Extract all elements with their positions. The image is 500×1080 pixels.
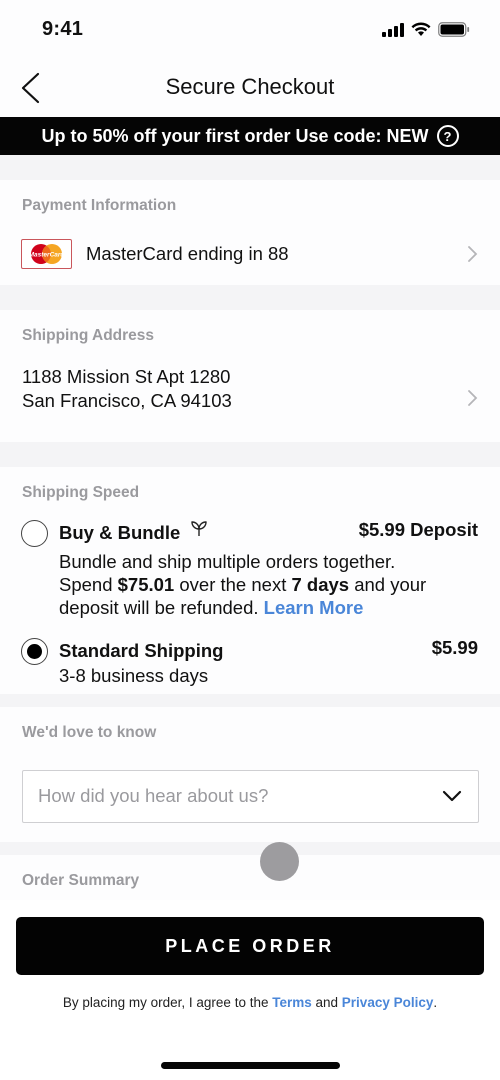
option-title-standard-shipping[interactable]: Standard Shipping: [59, 640, 223, 662]
home-indicator[interactable]: [161, 1062, 340, 1069]
address-line-2: San Francisco, CA 94103: [22, 390, 232, 411]
section-label-shipping-address: Shipping Address: [22, 327, 155, 344]
legal-text-part: By placing my order, I agree to the: [62, 995, 273, 1010]
nav-bar: Secure Checkout: [0, 60, 500, 117]
address-line-1: 1188 Mission St Apt 1280: [22, 366, 231, 387]
help-icon[interactable]: ?: [436, 125, 459, 147]
terms-link[interactable]: Terms: [272, 995, 312, 1010]
bundle-desc-line: Bundle and ship multiple orders together…: [59, 551, 396, 572]
battery-icon: [438, 22, 470, 37]
section-label-shipping-speed: Shipping Speed: [22, 484, 140, 501]
mastercard-logo-icon: MasterCard: [21, 239, 72, 269]
how-did-you-hear-select[interactable]: How did you hear about us?: [22, 770, 479, 823]
status-bar: 9:41: [0, 0, 500, 60]
radio-buy-and-bundle[interactable]: [21, 520, 48, 547]
spend-days: 7 days: [291, 574, 350, 595]
wifi-icon: [411, 22, 431, 36]
chevron-right-icon[interactable]: [466, 245, 478, 263]
spend-text: and your: [349, 574, 427, 595]
promo-text: Up to 50% off your first order Use code:…: [41, 125, 429, 146]
legal-text: By placing my order, I agree to the Term…: [0, 995, 500, 1010]
payment-section[interactable]: Payment Information: [0, 180, 500, 285]
shipping-address-section[interactable]: Shipping Address 1188 Mission St Apt 128…: [0, 310, 500, 442]
payment-card-text[interactable]: MasterCard ending in 88: [86, 242, 289, 266]
privacy-policy-link[interactable]: Privacy Policy: [342, 995, 434, 1010]
status-icons: [382, 22, 470, 37]
select-placeholder: How did you hear about us?: [38, 785, 269, 806]
promo-banner: Up to 50% off your first order Use code:…: [0, 117, 500, 155]
legal-text-part: .: [433, 995, 438, 1010]
section-label-payment: Payment Information: [22, 197, 177, 214]
page-title: Secure Checkout: [165, 74, 335, 99]
option-desc-buy-and-bundle: Bundle and ship multiple orders together…: [59, 550, 426, 619]
spend-amount: $75.01: [117, 574, 175, 595]
place-order-button[interactable]: PLACE ORDER: [16, 917, 484, 975]
option-price-buy-and-bundle: $5.99 Deposit: [358, 519, 478, 540]
option-desc-standard-shipping: 3-8 business days: [59, 665, 209, 686]
chevron-down-icon: [442, 790, 462, 802]
shipping-speed-section: Shipping Speed Buy & Bundle $5.99 Deposi…: [0, 467, 500, 694]
signal-icon: [382, 22, 404, 37]
section-label-order-summary: Order Summary: [22, 872, 140, 889]
spend-text: over the next: [174, 574, 292, 595]
section-label-survey: We'd love to know: [22, 724, 157, 741]
spend-text: Spend: [59, 574, 118, 595]
leaf-icon: [191, 521, 207, 536]
status-time: 9:41: [42, 18, 84, 40]
svg-text:MasterCard: MasterCard: [29, 252, 66, 259]
bundle-refund-line: deposit will be refunded. Learn More: [59, 596, 426, 619]
touch-indicator: [260, 842, 299, 881]
refund-text: deposit will be refunded.: [59, 597, 264, 618]
option-title-buy-and-bundle[interactable]: Buy & Bundle: [59, 522, 180, 544]
option-price-standard-shipping: $5.99: [431, 637, 478, 658]
legal-text-part: and: [311, 995, 342, 1010]
chevron-right-icon[interactable]: [466, 389, 478, 407]
bundle-spend-line: Spend $75.01 over the next 7 days and yo…: [59, 573, 426, 596]
radio-standard-shipping[interactable]: [21, 638, 48, 665]
learn-more-link[interactable]: Learn More: [264, 597, 364, 618]
